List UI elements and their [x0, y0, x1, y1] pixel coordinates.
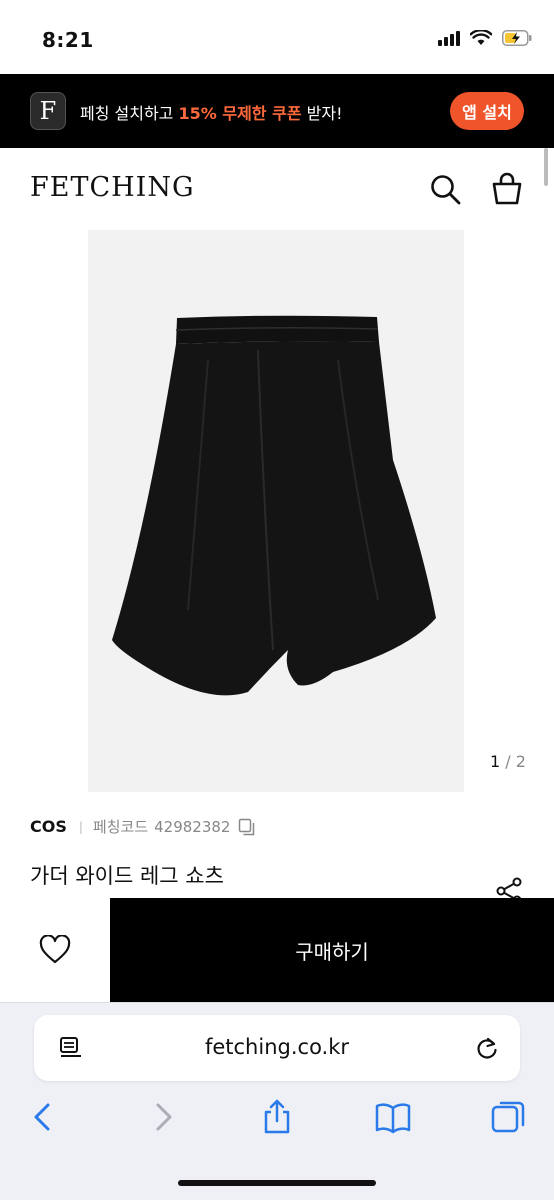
status-time: 8:21	[42, 28, 94, 52]
forward-icon[interactable]	[144, 1099, 180, 1135]
product-code-value: 42982382	[154, 817, 231, 836]
status-bar: 8:21	[0, 0, 554, 74]
url-bar[interactable]: fetching.co.kr	[34, 1015, 520, 1081]
product-title: 가더 와이드 레그 쇼츠	[30, 864, 224, 888]
image-counter-current: 1	[490, 752, 501, 771]
site-header: FETCHING	[0, 148, 554, 230]
reload-icon[interactable]	[474, 1035, 500, 1061]
search-icon[interactable]	[428, 172, 462, 206]
shopping-bag-icon[interactable]	[490, 172, 524, 206]
brand-name[interactable]: COS	[30, 817, 67, 836]
back-icon[interactable]	[26, 1099, 62, 1135]
url-text: fetching.co.kr	[204, 1035, 350, 1059]
cellular-signal-icon	[438, 30, 460, 46]
wifi-icon	[470, 30, 492, 45]
buy-button[interactable]: 구매하기	[110, 898, 554, 1002]
shorts-illustration	[112, 315, 436, 696]
product-code-label: 페칭코드	[92, 818, 149, 836]
share-sheet-icon[interactable]	[259, 1099, 295, 1135]
banner-text-suffix: 받자!	[301, 104, 343, 123]
image-counter: 1 / 2	[490, 752, 526, 771]
browser-chrome: fetching.co.kr	[0, 1002, 554, 1200]
battery-charging-icon	[502, 30, 532, 46]
product-meta: COS | 페칭코드 42982382	[30, 816, 256, 837]
meta-divider: |	[78, 819, 83, 834]
copy-icon[interactable]	[238, 818, 256, 836]
home-indicator[interactable]	[178, 1180, 376, 1186]
banner-text-highlight: 15% 무제한 쿠폰	[178, 104, 302, 123]
wishlist-button[interactable]	[0, 898, 110, 1002]
image-counter-total: / 2	[500, 752, 526, 771]
site-logo[interactable]: FETCHING	[30, 172, 195, 203]
heart-icon	[39, 935, 71, 964]
bookmarks-icon[interactable]	[375, 1099, 411, 1135]
app-logo: F	[30, 92, 66, 130]
product-image[interactable]	[88, 230, 464, 792]
install-app-button[interactable]: 앱 설치	[450, 92, 524, 130]
status-icons	[438, 30, 532, 46]
banner-text-prefix: 페칭 설치하고	[80, 104, 179, 123]
banner-text: 페칭 설치하고 15% 무제한 쿠폰 받자!	[80, 100, 343, 124]
tabs-icon[interactable]	[491, 1099, 527, 1135]
buy-bar: 구매하기	[0, 898, 554, 1002]
page-scrollbar[interactable]	[544, 148, 548, 186]
